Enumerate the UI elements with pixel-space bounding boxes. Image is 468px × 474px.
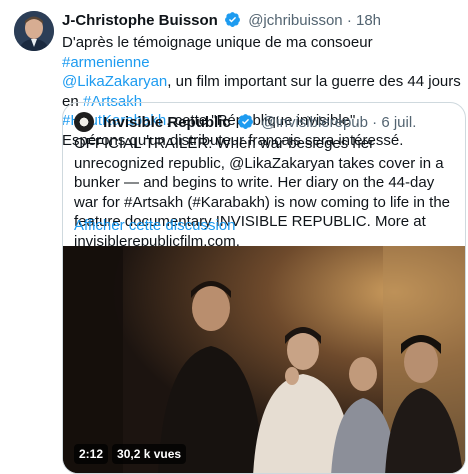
video-player[interactable]: 2:12 30,2 k vues <box>63 246 465 473</box>
verified-badge-icon <box>237 113 254 136</box>
tweet-text-part: D'après le témoignage unique de ma conso… <box>62 34 373 51</box>
quoted-tweet-date: 6 juil. <box>381 114 417 131</box>
quoted-author-avatar <box>74 112 94 132</box>
quoted-tweet-card[interactable]: Invisible Republic @invisiblerepub · 6 j… <box>62 102 466 474</box>
video-thumbnail <box>63 246 465 473</box>
quoted-tweet-header: Invisible Republic @invisiblerepub · 6 j… <box>74 112 416 136</box>
video-duration: 2:12 <box>74 444 109 464</box>
author-name[interactable]: J-Christophe Buisson <box>62 12 218 29</box>
video-views: 30,2 k vues <box>112 444 187 464</box>
separator-dot: · <box>346 12 352 29</box>
show-thread-link[interactable]: Afficher cette discussion <box>74 216 235 236</box>
quoted-author-name: Invisible Republic <box>103 114 231 131</box>
tweet-header: J-Christophe Buisson @jchribuisson · 18h <box>62 11 381 34</box>
mention-likazakaryan[interactable]: @LikaZakaryan <box>62 73 167 90</box>
quoted-author-handle: @invisiblerepub <box>261 114 368 131</box>
separator-dot: · <box>372 114 378 131</box>
author-avatar[interactable] <box>14 11 54 51</box>
hashtag-armenienne[interactable]: #armenienne <box>62 54 150 71</box>
author-handle[interactable]: @jchribuisson <box>248 12 342 29</box>
tweet-timestamp[interactable]: 18h <box>356 12 381 29</box>
video-badges: 2:12 30,2 k vues <box>74 444 187 464</box>
verified-badge-icon <box>224 11 241 34</box>
